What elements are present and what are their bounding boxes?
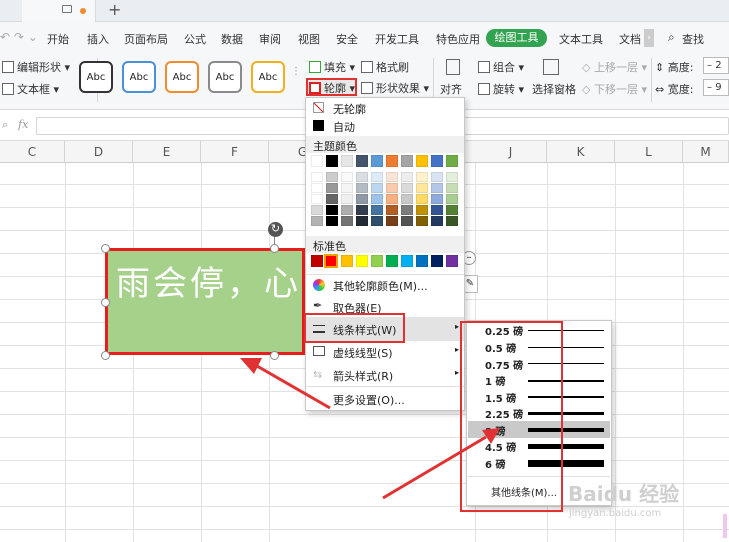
annotation-arrows — [240, 358, 500, 500]
spreadsheet-app: + ↶ ↷ ⌄ 开始 插入 页面布局 公式 数据 审阅 视图 安全 开发工具 特… — [0, 0, 729, 542]
baidu-watermark: Baidu 经验 — [568, 482, 680, 506]
arrow-to-3pt — [382, 428, 500, 500]
edge-marker — [723, 514, 727, 538]
baidu-watermark-url: jingyan.baidu.com — [569, 508, 662, 519]
arrow-to-shape — [240, 358, 331, 410]
